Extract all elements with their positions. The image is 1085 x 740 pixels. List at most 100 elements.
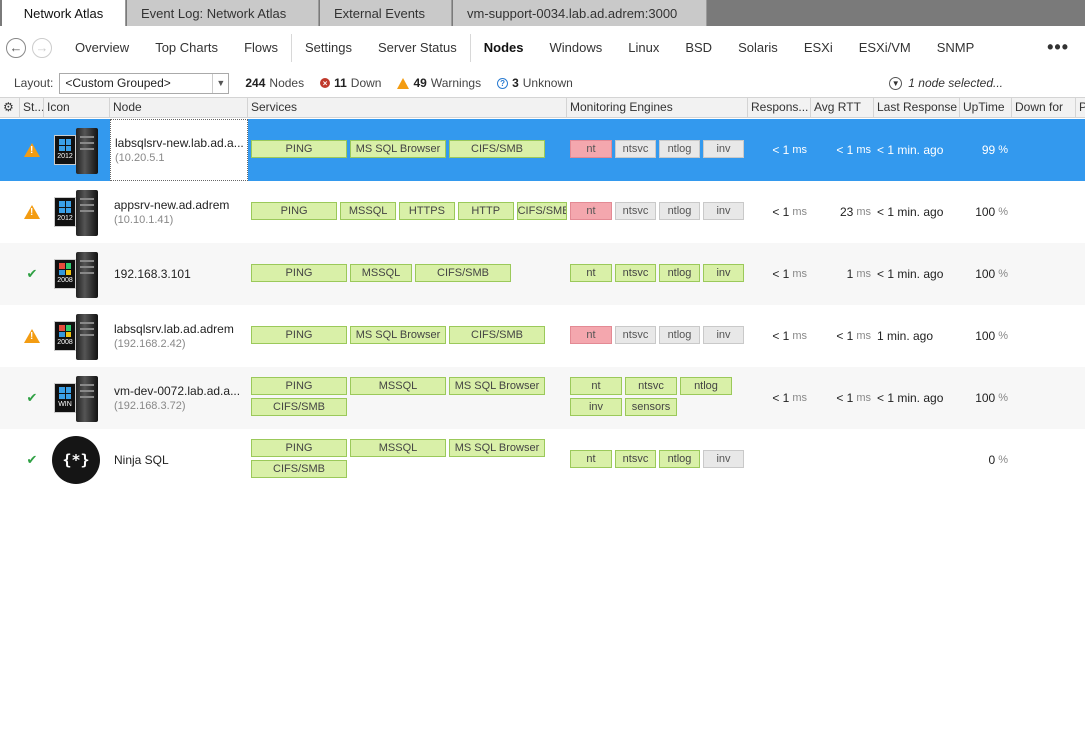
nav-item-esxi-vm[interactable]: ESXi/VM — [846, 40, 924, 55]
engine-badge[interactable]: ntlog — [659, 202, 700, 220]
nav-item-server-status[interactable]: Server Status — [365, 40, 470, 55]
node-name[interactable]: 192.168.3.101 — [110, 267, 248, 281]
column-uptime[interactable]: UpTime — [960, 98, 1012, 117]
tab-event-log[interactable]: Event Log: Network Atlas — [127, 0, 319, 26]
nav-item-settings[interactable]: Settings — [292, 40, 365, 55]
nav-item-nodes[interactable]: Nodes — [471, 40, 537, 55]
node-name[interactable]: labsqlsrv.lab.ad.adrem (192.168.2.42) — [110, 322, 248, 350]
engine-badge[interactable]: ntsvc — [615, 450, 656, 468]
down-count[interactable]: × 11 Down — [320, 76, 381, 90]
service-badge[interactable]: PING — [251, 264, 347, 282]
engine-badge[interactable]: inv — [703, 202, 744, 220]
unknown-count[interactable]: ? 3 Unknown — [497, 76, 573, 90]
node-name-cell[interactable]: 192.168.3.101 — [110, 243, 248, 305]
table-row[interactable]: 2012 appsrv-new.ad.adrem (10.10.1.41) PINGM… — [0, 181, 1085, 243]
service-badge[interactable]: HTTP — [457, 202, 514, 220]
service-badge[interactable]: PING — [251, 439, 347, 457]
service-badge[interactable]: PING — [251, 326, 347, 344]
engine-badge[interactable]: nt — [570, 377, 622, 395]
nav-item-linux[interactable]: Linux — [615, 40, 672, 55]
service-badge[interactable]: CIFS/SMB — [449, 140, 545, 158]
engine-badge[interactable]: ntlog — [659, 326, 700, 344]
column-p[interactable]: P — [1076, 98, 1085, 117]
table-row[interactable]: ✔ WIN vm-dev-0072.lab.ad.a... (192.168.3.72… — [0, 367, 1085, 429]
column-down-for[interactable]: Down for — [1012, 98, 1076, 117]
node-name-cell[interactable]: appsrv-new.ad.adrem (10.10.1.41) — [110, 181, 248, 243]
engine-badge[interactable]: nt — [570, 202, 612, 220]
node-name-cell[interactable]: labsqlsrv-new.lab.ad.a... (10.20.5.1 — [110, 119, 248, 181]
engine-badge[interactable]: ntlog — [680, 377, 732, 395]
settings-gear-icon[interactable]: ⚙ — [0, 98, 20, 117]
column-response[interactable]: Respons... — [748, 98, 811, 117]
node-name-cell[interactable]: Ninja SQL — [110, 429, 248, 491]
service-badge[interactable]: MS SQL Browser — [350, 140, 446, 158]
service-badge[interactable]: CIFS/SMB — [415, 264, 511, 282]
engine-badge[interactable]: inv — [570, 398, 622, 416]
engine-badge[interactable]: ntsvc — [615, 140, 656, 158]
layout-select[interactable]: <Custom Grouped> ▼ — [59, 72, 230, 94]
tab-external-events[interactable]: External Events — [320, 0, 452, 26]
service-badge[interactable]: MSSQL — [350, 264, 412, 282]
engine-badge[interactable]: ntlog — [659, 450, 700, 468]
nav-item-solaris[interactable]: Solaris — [725, 40, 791, 55]
service-badge[interactable]: PING — [251, 377, 347, 395]
table-row[interactable]: ✔ {*} Ninja SQL PING MSSQL MS SQL Browser CIFS… — [0, 429, 1085, 491]
column-last-response[interactable]: Last Response — [874, 98, 960, 117]
tab-vm-support[interactable]: vm-support-0034.lab.ad.adrem:3000 — [453, 0, 707, 26]
service-badge[interactable]: MS SQL Browser — [449, 377, 545, 395]
nodes-count[interactable]: 244 Nodes — [245, 76, 304, 90]
service-badge[interactable]: MS SQL Browser — [449, 439, 545, 457]
node-name-cell[interactable]: labsqlsrv.lab.ad.adrem (192.168.2.42) — [110, 305, 248, 367]
service-badge[interactable]: CIFS/SMB — [449, 326, 545, 344]
column-avg-rtt[interactable]: Avg RTT — [811, 98, 874, 117]
service-badge[interactable]: MS SQL Browser — [350, 326, 446, 344]
engine-badge[interactable]: ntsvc — [615, 202, 656, 220]
selection-info[interactable]: ▼ 1 node selected... — [889, 76, 1003, 90]
node-name[interactable]: appsrv-new.ad.adrem (10.10.1.41) — [110, 198, 248, 226]
column-status[interactable]: St... — [20, 98, 44, 117]
nav-item-windows[interactable]: Windows — [537, 40, 616, 55]
service-badge[interactable]: CIFS/SMB — [251, 398, 347, 416]
table-row[interactable]: 2012 labsqlsrv-new.lab.ad.a... (10.20.5.1 P… — [0, 119, 1085, 181]
column-services[interactable]: Services — [248, 98, 567, 117]
nav-item-snmp[interactable]: SNMP — [924, 40, 988, 55]
engine-badge[interactable]: nt — [570, 450, 612, 468]
chevron-down-circle-icon[interactable]: ▼ — [889, 76, 903, 90]
service-badge[interactable]: PING — [251, 140, 347, 158]
engine-badge[interactable]: ntlog — [659, 264, 700, 282]
engine-badge[interactable]: ntsvc — [625, 377, 677, 395]
engine-badge[interactable]: sensors — [625, 398, 677, 416]
warnings-count[interactable]: 49 Warnings — [397, 76, 481, 90]
node-name[interactable]: labsqlsrv-new.lab.ad.a... (10.20.5.1 — [110, 119, 248, 181]
service-badge[interactable]: PING — [251, 202, 338, 220]
node-name[interactable]: Ninja SQL — [110, 453, 248, 467]
tab-network-atlas[interactable]: Network Atlas — [2, 0, 126, 26]
node-name-cell[interactable]: vm-dev-0072.lab.ad.a... (192.168.3.72) — [110, 367, 248, 429]
service-badge[interactable]: MSSQL — [350, 439, 446, 457]
node-name[interactable]: vm-dev-0072.lab.ad.a... (192.168.3.72) — [110, 384, 248, 412]
nav-item-overview[interactable]: Overview — [62, 40, 142, 55]
engine-badge[interactable]: inv — [703, 326, 744, 344]
engine-badge[interactable]: ntsvc — [615, 264, 656, 282]
service-badge[interactable]: CIFS/SMB — [251, 460, 347, 478]
service-badge[interactable]: CIFS/SMB — [516, 202, 567, 220]
table-row[interactable]: ✔ 2008 192.168.3.101 PING MSSQL CIFS/SMB nt nts… — [0, 243, 1085, 305]
column-icon[interactable]: Icon — [44, 98, 110, 117]
nav-item-top-charts[interactable]: Top Charts — [142, 40, 231, 55]
nav-item-bsd[interactable]: BSD — [672, 40, 725, 55]
service-badge[interactable]: HTTPS — [399, 202, 455, 220]
engine-badge[interactable]: ntlog — [659, 140, 700, 158]
column-node[interactable]: Node — [110, 98, 248, 117]
forward-icon[interactable]: → — [32, 37, 52, 58]
nav-item-esxi[interactable]: ESXi — [791, 40, 846, 55]
column-monitoring-engines[interactable]: Monitoring Engines — [567, 98, 748, 117]
engine-badge[interactable]: inv — [703, 140, 744, 158]
engine-badge[interactable]: inv — [703, 450, 744, 468]
back-icon[interactable]: ← — [6, 37, 26, 58]
nav-item-flows[interactable]: Flows — [231, 40, 291, 55]
service-badge[interactable]: MSSQL — [350, 377, 446, 395]
more-menu-icon[interactable]: ••• — [1047, 37, 1069, 58]
chevron-down-icon[interactable]: ▼ — [212, 73, 228, 93]
engine-badge[interactable]: ntsvc — [615, 326, 656, 344]
engine-badge[interactable]: nt — [570, 140, 612, 158]
